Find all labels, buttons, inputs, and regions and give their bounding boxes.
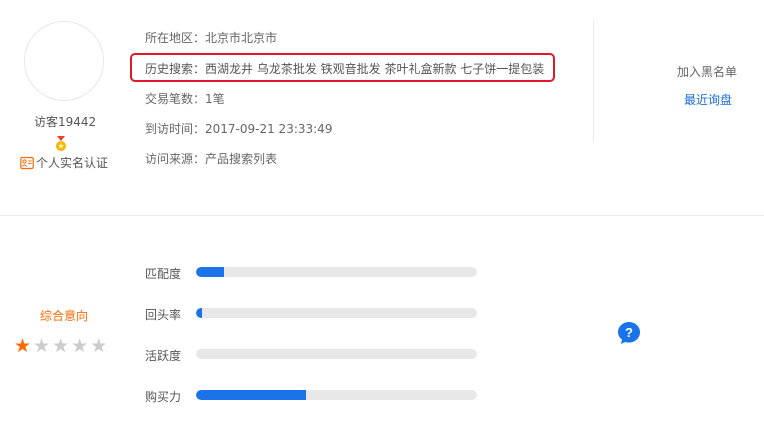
star-icon: ★ <box>14 335 32 357</box>
star-icon: ★ <box>90 335 108 357</box>
help-icon[interactable]: ? <box>617 321 641 345</box>
history-search-line: 历史搜索：西湖龙井 乌龙茶批发 铁观音批发 茶叶礼盒新款 七子饼一提包装 <box>145 62 545 76</box>
metric-label-activity: 活跃度 <box>145 349 182 363</box>
vertical-divider <box>593 20 594 142</box>
intent-stars: ★ ★ ★ ★ ★ <box>14 337 107 356</box>
star-icon: ★ <box>71 335 89 357</box>
metric-label-return: 回头率 <box>145 308 182 322</box>
overall-intent-label: 综合意向 <box>40 309 89 323</box>
metric-fill-purchasing <box>196 390 306 400</box>
avatar <box>24 21 104 101</box>
visit-source-line: 访问来源：产品搜索列表 <box>145 152 278 166</box>
metric-fill-match <box>196 267 225 277</box>
recent-inquiry-link[interactable]: 最近询盘 <box>684 91 732 108</box>
svg-text:?: ? <box>625 325 633 340</box>
id-card-icon <box>20 156 34 169</box>
visitor-name: 访客19442 <box>34 115 97 129</box>
region-line: 所在地区：北京市北京市 <box>145 31 278 45</box>
deal-count-line: 交易笔数：1笔 <box>145 92 225 106</box>
real-name-verification: 个人实名认证 <box>20 154 108 171</box>
metric-fill-return <box>196 308 202 318</box>
medal-icon <box>56 136 66 151</box>
star-icon: ★ <box>52 335 70 357</box>
metric-bar-match <box>196 267 477 277</box>
section-divider <box>0 215 764 216</box>
metric-bar-activity <box>196 349 477 359</box>
add-to-blacklist-link[interactable]: 加入黑名单 <box>677 63 737 80</box>
metric-label-purchasing: 购买力 <box>145 390 182 404</box>
metric-bar-purchasing <box>196 390 477 400</box>
metric-label-match: 匹配度 <box>145 267 182 281</box>
star-icon: ★ <box>33 335 51 357</box>
verification-label: 个人实名认证 <box>36 156 109 170</box>
metric-bar-return <box>196 308 477 318</box>
visit-time-line: 到访时间：2017-09-21 23:33:49 <box>145 122 333 136</box>
